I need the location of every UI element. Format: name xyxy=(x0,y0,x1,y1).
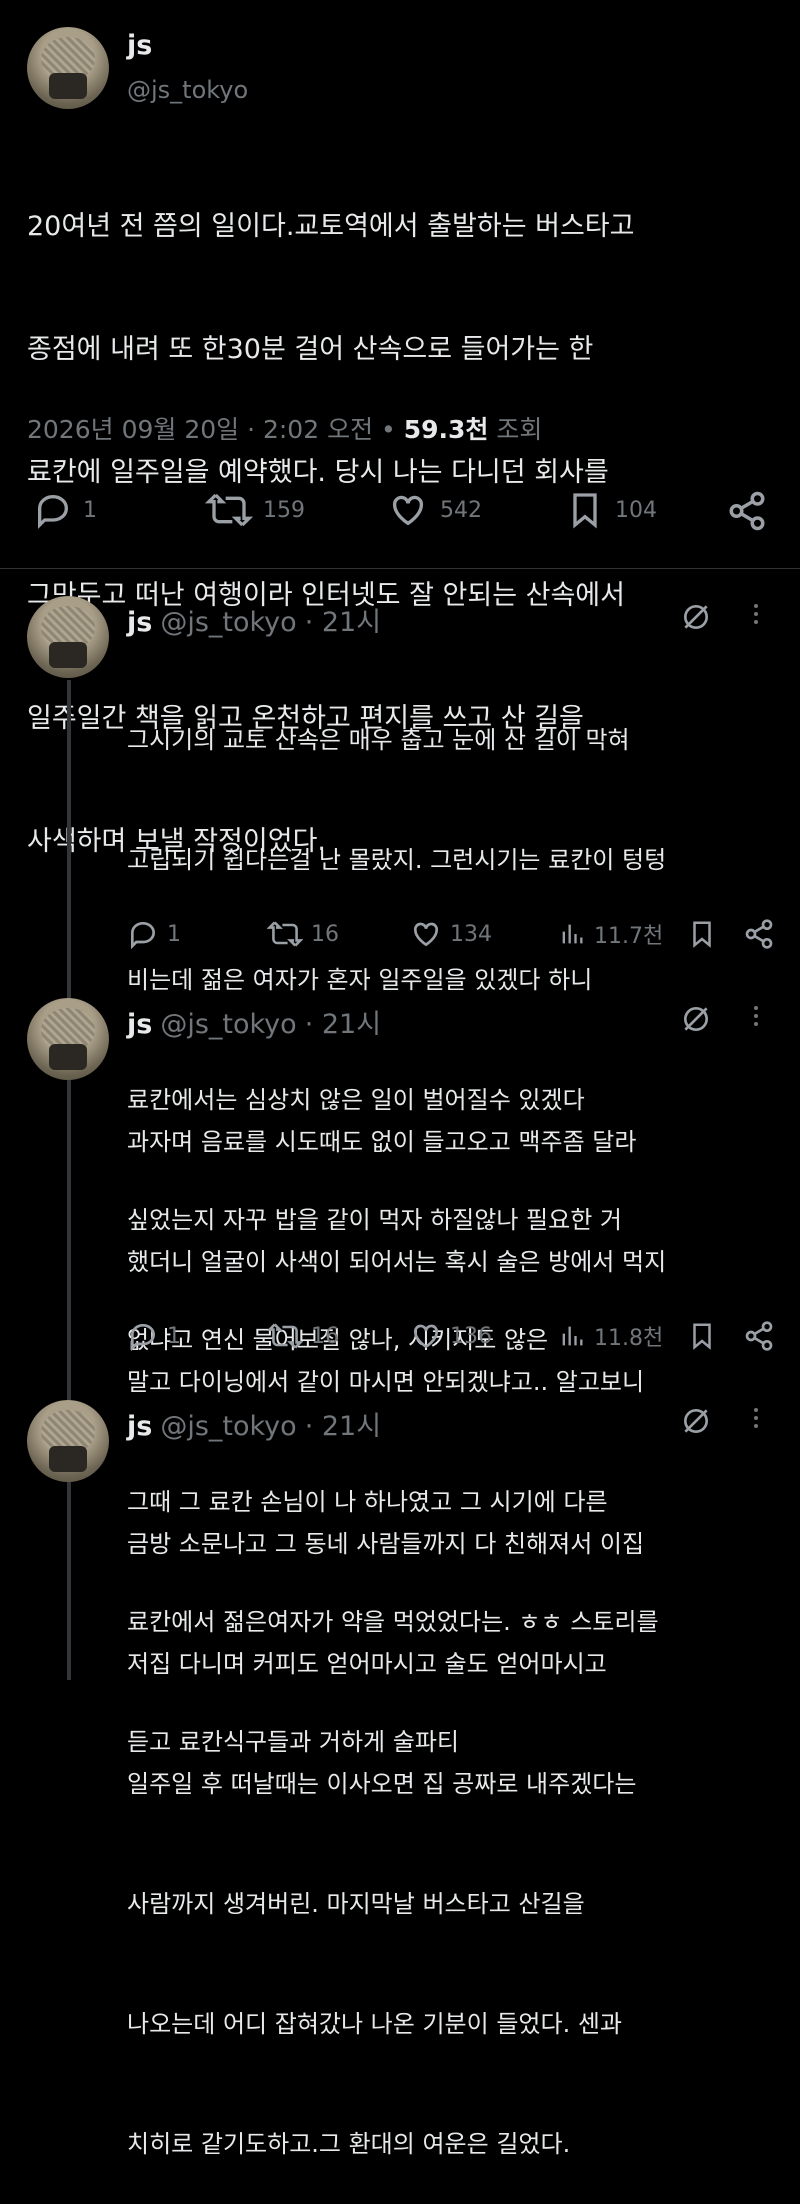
like-button[interactable]: 134 xyxy=(410,918,492,950)
reply-button[interactable]: 1 xyxy=(127,1320,181,1352)
post-meta: 2026년 09월 20일 · 2:02 오전 • 59.3천 조회 xyxy=(27,410,542,446)
author-handle[interactable]: @js_tokyo xyxy=(127,76,248,104)
repost-icon xyxy=(267,1323,303,1349)
reply-line: 했더니 얼굴이 사색이 되어서는 혹시 술은 방에서 먹지 xyxy=(127,1248,667,1276)
like-button[interactable]: 136 xyxy=(410,1320,492,1352)
bookmark-icon[interactable] xyxy=(687,918,717,950)
reply-line: 일주일 후 떠날때는 이사오면 집 공짜로 내주겠다는 xyxy=(127,1770,637,1798)
more-options-icon[interactable] xyxy=(751,1002,761,1032)
reply-count: 1 xyxy=(167,921,181,947)
reply-header: js @js_tokyo · 21시 xyxy=(127,600,381,639)
view-label: 조회 xyxy=(496,415,543,444)
grok-icon[interactable] xyxy=(680,601,712,633)
bookmark-icon[interactable] xyxy=(687,1320,717,1352)
divider xyxy=(0,568,800,569)
grok-icon[interactable] xyxy=(680,1003,712,1035)
reply-line: 저집 다니며 커피도 얻어마시고 술도 얻어마시고 xyxy=(127,1650,607,1678)
heart-icon xyxy=(413,922,439,947)
thread-connector xyxy=(67,680,71,1680)
like-count: 542 xyxy=(440,497,482,523)
reply-actions: 1 16 134 11.7천 xyxy=(127,918,777,950)
post-line: 종점에 내려 또 한30분 걸어 산속으로 들어가는 한 xyxy=(27,334,594,365)
avatar[interactable] xyxy=(27,1400,109,1482)
repost-count: 16 xyxy=(311,921,339,947)
meta-separator: • xyxy=(373,415,404,444)
reply-line: 그시기의 교토 산속은 매우 춥고 눈에 산 길이 막혀 xyxy=(127,726,630,754)
like-count: 136 xyxy=(450,1323,492,1349)
author-handle[interactable]: @js_tokyo xyxy=(160,607,296,638)
reply-line: 금방 소문나고 그 동네 사람들까지 다 친해져서 이집 xyxy=(127,1530,645,1558)
bookmark-count: 104 xyxy=(615,497,657,523)
more-options-icon[interactable] xyxy=(751,1404,761,1434)
reply-header: js @js_tokyo · 21시 xyxy=(127,1002,381,1041)
reply-icon xyxy=(131,1323,156,1352)
reply-line: 나오는데 어디 잡혀갔나 나온 기분이 들었다. 센과 xyxy=(127,2010,623,2038)
like-count: 134 xyxy=(450,921,492,947)
post-actions: 1 159 542 104 xyxy=(0,490,800,532)
reply-count: 1 xyxy=(83,497,97,523)
author-name[interactable]: js xyxy=(127,1009,152,1040)
avatar-image-detail xyxy=(49,1446,87,1472)
share-icon[interactable] xyxy=(743,918,775,950)
post-line: 료칸에 일주일을 예약했다. 당시 나는 다니던 회사를 xyxy=(27,457,609,488)
views-count: 11.8천 xyxy=(594,1326,664,1351)
share-icon xyxy=(729,491,765,531)
share-button[interactable] xyxy=(726,490,768,532)
repost-icon xyxy=(205,493,253,527)
repost-button[interactable]: 16 xyxy=(267,918,339,950)
reply-line: 치히로 같기도하고.그 환대의 여운은 길었다. xyxy=(127,2130,571,2158)
author-handle[interactable]: @js_tokyo xyxy=(160,1411,296,1442)
views-button[interactable]: 11.8천 xyxy=(558,1320,663,1352)
reply-text: 금방 소문나고 그 동네 사람들까지 다 친해져서 이집 저집 다니며 커피도 … xyxy=(127,1444,777,2204)
avatar-image-detail xyxy=(49,73,87,99)
more-options-icon[interactable] xyxy=(751,600,761,630)
reply-time[interactable]: · 21시 xyxy=(305,1404,381,1443)
reply-icon xyxy=(38,494,69,530)
reply-line: 말고 다이닝에서 같이 마시면 안되겠냐고.. 알고보니 xyxy=(127,1368,645,1396)
reply-line: 과자며 음료를 시도때도 없이 들고오고 맥주좀 달라 xyxy=(127,1128,637,1156)
reply-time[interactable]: · 21시 xyxy=(305,1002,381,1041)
reply-button[interactable]: 1 xyxy=(33,490,97,530)
reply-line: 사람까지 생겨버린. 마지막날 버스타고 산길을 xyxy=(127,1890,585,1918)
views-count: 11.7천 xyxy=(594,924,664,949)
repost-count: 16 xyxy=(311,1323,339,1349)
heart-icon xyxy=(392,495,424,526)
like-button[interactable]: 542 xyxy=(386,490,482,530)
bookmark-icon xyxy=(573,493,597,529)
reply-line: 비는데 젊은 여자가 혼자 일주일을 있겠다 하니 xyxy=(127,966,593,994)
avatar[interactable] xyxy=(27,27,109,109)
reply-time[interactable]: · 21시 xyxy=(305,600,381,639)
post-timestamp[interactable]: 2026년 09월 20일 · 2:02 오전 xyxy=(27,415,373,444)
avatar[interactable] xyxy=(27,998,109,1080)
avatar-image-detail xyxy=(49,642,87,668)
view-count: 59.3천 xyxy=(403,415,489,444)
avatar[interactable] xyxy=(27,596,109,678)
grok-icon[interactable] xyxy=(680,1405,712,1437)
reply-header: js @js_tokyo · 21시 xyxy=(127,1404,381,1443)
reply-icon xyxy=(131,921,156,950)
author-name[interactable]: js xyxy=(127,30,152,61)
author-name[interactable]: js xyxy=(127,1411,152,1442)
author-name[interactable]: js xyxy=(127,607,152,638)
reply-button[interactable]: 1 xyxy=(127,918,181,950)
repost-button[interactable]: 16 xyxy=(267,1320,339,1352)
views-button[interactable]: 11.7천 xyxy=(558,918,663,950)
repost-count: 159 xyxy=(263,497,305,523)
analytics-icon xyxy=(562,1326,583,1346)
avatar-image-detail xyxy=(49,1044,87,1070)
reply-count: 1 xyxy=(167,1323,181,1349)
heart-icon xyxy=(413,1324,439,1349)
repost-button[interactable]: 159 xyxy=(205,490,305,530)
reply-actions: 1 16 136 11.8천 xyxy=(127,1320,777,1352)
share-icon[interactable] xyxy=(743,1320,775,1352)
post-line: 20여년 전 쯤의 일이다.교토역에서 출발하는 버스타고 xyxy=(27,211,635,242)
bookmark-button[interactable]: 104 xyxy=(565,490,657,530)
reply-line: 고립되기 쉽다는걸 난 몰랐지. 그런시기는 료칸이 텅텅 xyxy=(127,846,667,874)
repost-icon xyxy=(267,921,303,947)
author-handle[interactable]: @js_tokyo xyxy=(160,1009,296,1040)
analytics-icon xyxy=(562,924,583,944)
